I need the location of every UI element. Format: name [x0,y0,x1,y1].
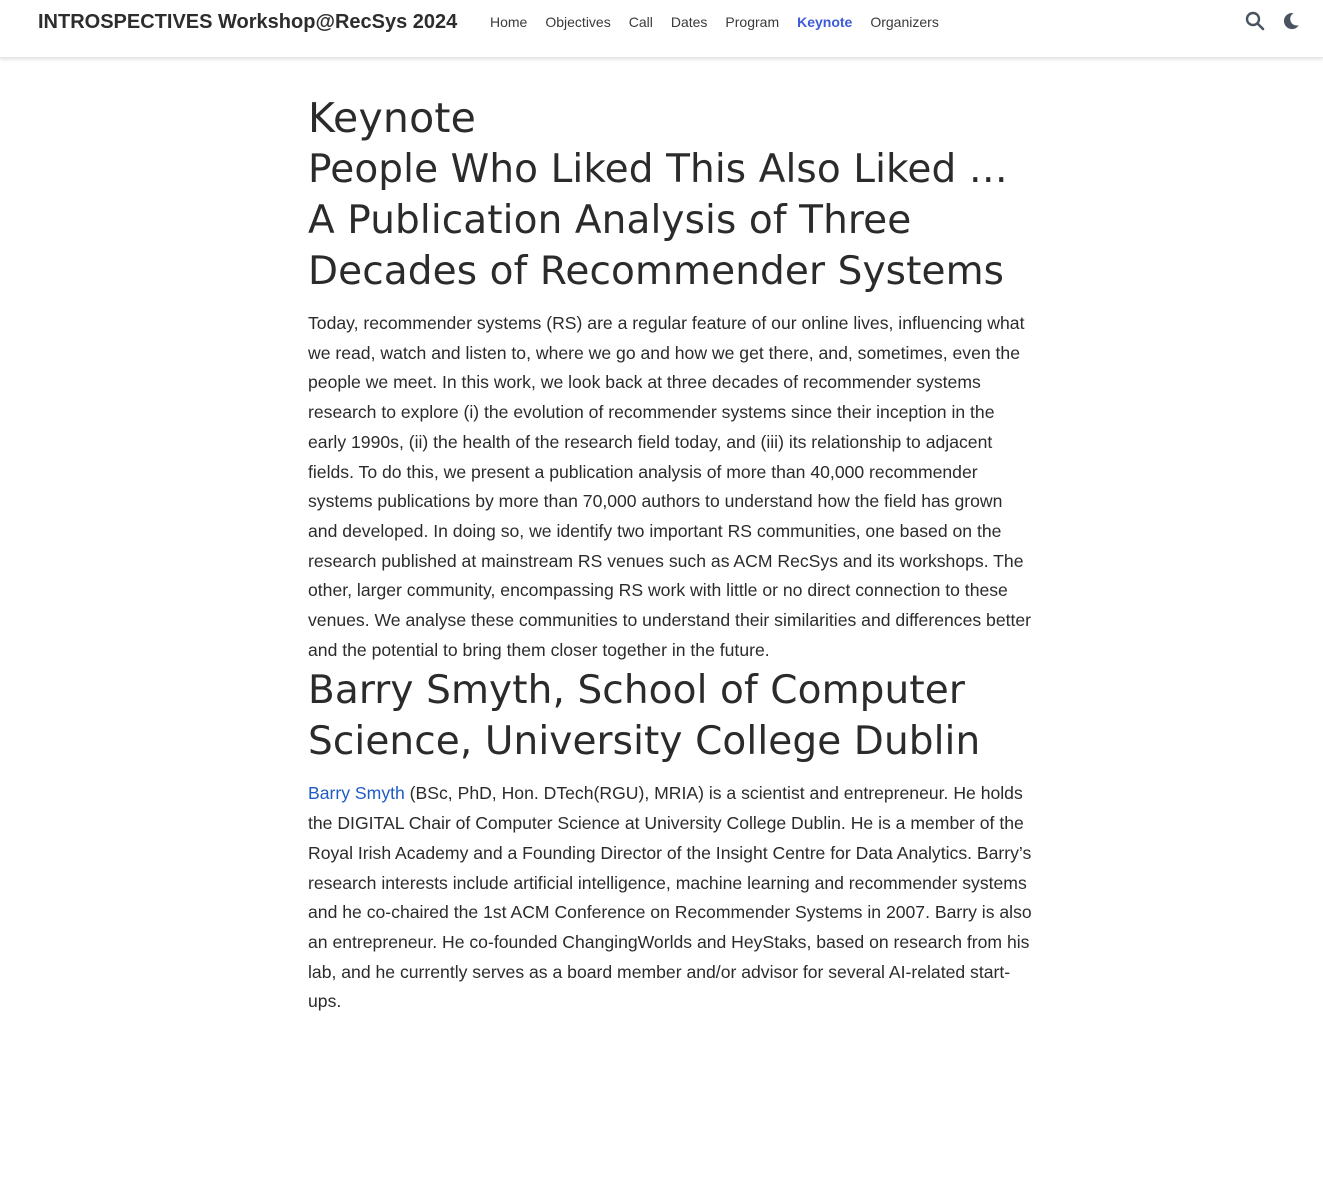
search-icon[interactable] [1245,11,1265,31]
main-content: Keynote People Who Liked This Also Liked… [308,92,1033,1017]
keynote-talk-title: People Who Liked This Also Liked … A Pub… [308,147,1008,294]
nav-item-keynote[interactable]: Keynote [788,13,861,31]
nav-item-call[interactable]: Call [620,13,662,31]
site-brand[interactable]: INTROSPECTIVES Workshop@RecSys 2024 [38,10,457,34]
dark-mode-moon-icon[interactable] [1281,11,1301,31]
page-title: Keynote [308,94,477,142]
keynote-abstract: Today, recommender systems (RS) are a re… [308,313,1032,660]
speaker-bio-text: (BSc, PhD, Hon. DTech(RGU), MRIA) is a s… [308,783,1032,1012]
nav-item-home[interactable]: Home [481,13,536,31]
top-navbar: INTROSPECTIVES Workshop@RecSys 2024 Home… [0,0,1323,58]
nav-item-objectives[interactable]: Objectives [536,13,619,31]
nav-menu: Home Objectives Call Dates Program Keyno… [481,13,948,31]
speaker-bio: Barry Smyth (BSc, PhD, Hon. DTech(RGU), … [308,779,1033,1017]
nav-icon-group [1245,11,1301,31]
nav-item-organizers[interactable]: Organizers [861,13,947,31]
speaker-profile-link[interactable]: Barry Smyth [308,783,405,803]
nav-item-dates[interactable]: Dates [662,13,717,31]
speaker-heading: Barry Smyth, School of Computer Science,… [308,668,981,765]
nav-item-program[interactable]: Program [716,13,788,31]
